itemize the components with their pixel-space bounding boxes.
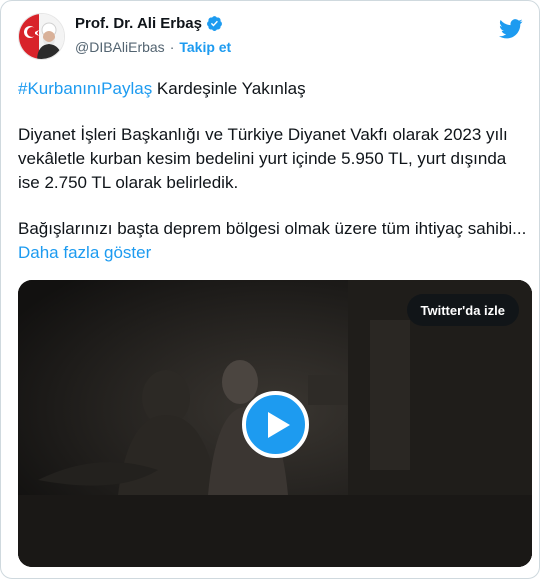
verified-badge-icon (206, 15, 223, 32)
dot-separator: · (169, 39, 175, 55)
author-handle[interactable]: @DIBAliErbas (75, 39, 165, 55)
tweet-text: #KurbanınıPaylaş Kardeşinle Yakınlaş Diy… (18, 77, 528, 287)
tweet-paragraph: Diyanet İşleri Başkanlığı ve Türkiye Diy… (18, 125, 508, 192)
play-button[interactable] (242, 391, 309, 458)
twitter-bird-icon[interactable] (499, 19, 523, 39)
video-player[interactable]: Twitter'da izle (18, 280, 532, 567)
author-name-row: Prof. Dr. Ali Erbaş (75, 15, 223, 32)
truncated-text: Bağışlarınızı başta deprem bölgesi olmak… (18, 219, 527, 238)
follow-button[interactable]: Takip et (179, 39, 231, 55)
tweet-paragraph-truncated: Bağışlarınızı başta deprem bölgesi olmak… (18, 217, 528, 265)
author-handle-row: @DIBAliErbas · Takip et (75, 39, 231, 55)
tweet-headline: #KurbanınıPaylaş Kardeşinle Yakınlaş (18, 77, 528, 101)
avatar[interactable] (18, 13, 65, 60)
watch-on-twitter-button[interactable]: Twitter'da izle (406, 294, 519, 326)
play-icon (267, 411, 290, 438)
hashtag-link[interactable]: #KurbanınıPaylaş (18, 79, 152, 98)
tweet-card: Prof. Dr. Ali Erbaş @DIBAliErbas · Takip… (0, 0, 540, 579)
author-display-name[interactable]: Prof. Dr. Ali Erbaş (75, 15, 202, 32)
avatar-image (19, 14, 64, 59)
show-more-link[interactable]: Daha fazla göster (18, 243, 151, 262)
headline-text: Kardeşinle Yakınlaş (152, 79, 306, 98)
